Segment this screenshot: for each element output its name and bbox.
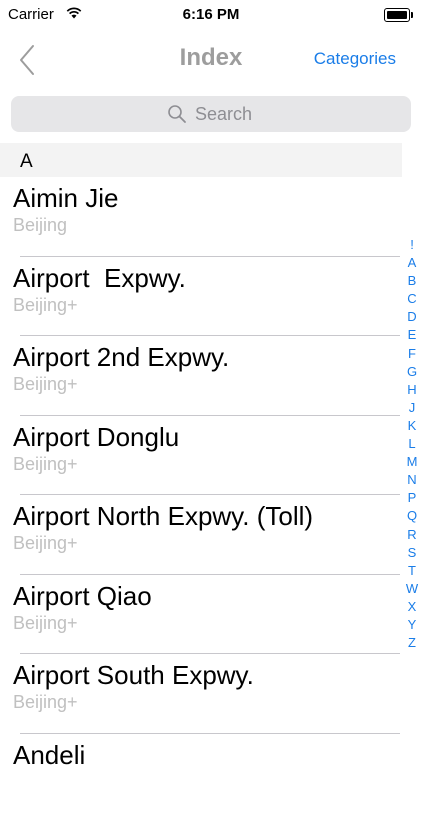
search-input[interactable] [195,102,385,126]
index-letter[interactable]: A [403,254,421,272]
index-letter[interactable]: Q [403,507,421,525]
index-letter[interactable]: M [403,453,421,471]
list-item-title: Airport Donglu [13,422,179,453]
list-item-title: Airport 2nd Expwy. [13,342,229,373]
list-item[interactable]: Andeli [0,734,400,813]
index-letter[interactable]: T [403,562,421,580]
search-bar[interactable] [11,96,411,132]
index-letter[interactable]: P [403,489,421,507]
list-item-title: Airport Qiao [13,581,152,612]
section-header-label: A [20,151,33,173]
list-item[interactable]: Airport Expwy. Beijing+ [0,257,400,337]
status-bar: Carrier 6:16 PM [0,0,422,30]
index-letter[interactable]: X [403,598,421,616]
list-item[interactable]: Airport Qiao Beijing+ [0,575,400,655]
index-letter[interactable]: F [403,345,421,363]
section-header: A [0,143,402,177]
index-letter[interactable]: E [403,326,421,344]
index-letter[interactable]: B [403,272,421,290]
index-letter[interactable]: K [403,417,421,435]
search-icon [167,104,187,124]
list-item[interactable]: Airport South Expwy. Beijing+ [0,654,400,734]
index-letter[interactable]: J [403,399,421,417]
list-item[interactable]: Airport North Expwy. (Toll) Beijing+ [0,495,400,575]
index-letter[interactable]: Y [403,616,421,634]
index-letter[interactable]: G [403,363,421,381]
index-letter[interactable]: Z [403,634,421,652]
index-letter[interactable]: D [403,308,421,326]
battery-icon [384,8,410,22]
index-letter[interactable]: S [403,544,421,562]
list-item-title: Andeli [13,740,85,771]
list-item-subtitle: Beijing+ [13,295,78,316]
list-item-title: Airport South Expwy. [13,660,254,691]
index-letter[interactable]: R [403,526,421,544]
categories-button[interactable]: Categories [314,49,396,69]
section-index-bar: ! A B C D E F G H J K L M N P Q R S T W … [403,236,421,652]
list-item-title: Airport Expwy. [13,263,186,294]
navigation-bar: Index Categories [0,30,422,88]
list-item[interactable]: Aimin Jie Beijing [0,177,400,257]
index-letter[interactable]: C [403,290,421,308]
index-letter[interactable]: L [403,435,421,453]
list-item[interactable]: Airport Donglu Beijing+ [0,416,400,496]
list-item-subtitle: Beijing+ [13,613,78,634]
list-item-subtitle: Beijing+ [13,692,78,713]
street-list: Aimin Jie Beijing Airport Expwy. Beijing… [0,177,400,813]
index-letter[interactable]: H [403,381,421,399]
index-letter[interactable]: W [403,580,421,598]
list-item[interactable]: Airport 2nd Expwy. Beijing+ [0,336,400,416]
index-letter[interactable]: ! [403,236,421,254]
list-item-subtitle: Beijing+ [13,533,78,554]
index-letter[interactable]: N [403,471,421,489]
list-item-title: Aimin Jie [13,183,118,214]
list-item-subtitle: Beijing+ [13,454,78,475]
list-item-subtitle: Beijing [13,215,67,236]
list-item-title: Airport North Expwy. (Toll) [13,501,313,532]
list-item-subtitle: Beijing+ [13,374,78,395]
clock-time: 6:16 PM [0,6,422,23]
